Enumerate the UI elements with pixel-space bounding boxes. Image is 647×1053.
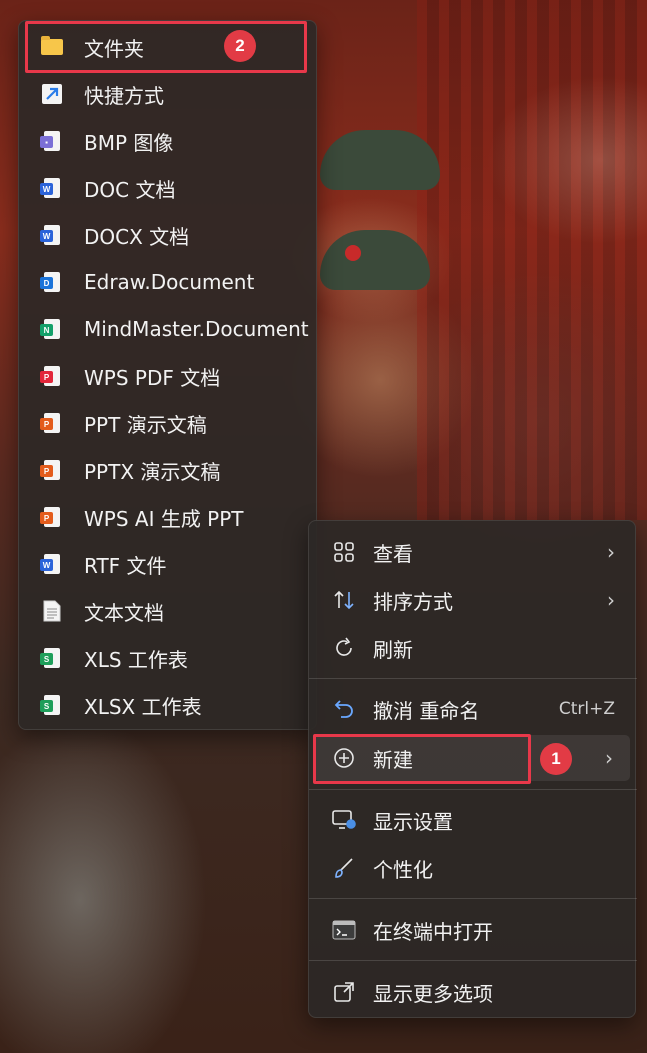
submenu-item-label: DOC 文档 bbox=[84, 177, 176, 202]
edraw-document-icon: D bbox=[40, 271, 63, 293]
menu-item-label: 撤消 重命名 bbox=[373, 698, 480, 723]
submenu-item-bmp[interactable]: ▪ BMP 图像 bbox=[19, 119, 318, 163]
menu-item-label: 显示设置 bbox=[373, 809, 453, 834]
submenu-item-text[interactable]: 文本文档 bbox=[19, 589, 318, 633]
submenu-item-wps-pdf[interactable]: P WPS PDF 文档 bbox=[19, 354, 318, 398]
submenu-item-label: DOCX 文档 bbox=[84, 224, 190, 249]
submenu-item-label: MindMaster.Document bbox=[84, 317, 309, 341]
submenu-item-edraw[interactable]: D Edraw.Document bbox=[19, 260, 318, 304]
menu-item-label: 排序方式 bbox=[373, 589, 453, 614]
more-options-icon bbox=[331, 979, 357, 1005]
menu-item-personalize[interactable]: 个性化 bbox=[309, 845, 637, 891]
shortcut-arrow-icon bbox=[41, 83, 63, 105]
submenu-item-label: PPTX 演示文稿 bbox=[84, 459, 221, 484]
undo-icon bbox=[331, 696, 357, 722]
submenu-item-wps-ai-ppt[interactable]: P WPS AI 生成 PPT bbox=[19, 495, 318, 539]
submenu-item-pptx[interactable]: P PPTX 演示文稿 bbox=[19, 448, 318, 492]
submenu-item-label: 快捷方式 bbox=[84, 83, 164, 108]
menu-item-label: 显示更多选项 bbox=[373, 981, 493, 1006]
wps-pdf-icon: P bbox=[40, 365, 63, 387]
submenu-item-docx[interactable]: W DOCX 文档 bbox=[19, 213, 318, 257]
word-docx-icon: W bbox=[40, 224, 63, 246]
chevron-right-icon: › bbox=[607, 540, 615, 564]
text-document-icon bbox=[41, 600, 63, 622]
wps-ai-ppt-icon: P bbox=[40, 506, 63, 528]
step-badge-2: 2 bbox=[224, 30, 256, 62]
submenu-item-label: WPS AI 生成 PPT bbox=[84, 506, 244, 531]
submenu-item-mindmaster[interactable]: N MindMaster.Document bbox=[19, 307, 318, 351]
refresh-icon bbox=[331, 635, 357, 661]
menu-item-label: 在终端中打开 bbox=[373, 919, 493, 944]
menu-divider bbox=[309, 898, 637, 899]
menu-item-label: 刷新 bbox=[373, 637, 413, 662]
xlsx-icon: S bbox=[40, 694, 63, 716]
submenu-item-label: PPT 演示文稿 bbox=[84, 412, 207, 437]
submenu-item-label: BMP 图像 bbox=[84, 130, 174, 155]
submenu-item-doc[interactable]: W DOC 文档 bbox=[19, 166, 318, 210]
pptx-icon: P bbox=[40, 459, 63, 481]
display-settings-icon bbox=[331, 807, 357, 833]
menu-item-view[interactable]: 查看 › bbox=[309, 529, 637, 575]
word-doc-icon: W bbox=[40, 177, 63, 199]
step-badge-1: 1 bbox=[540, 743, 572, 775]
submenu-item-label: Edraw.Document bbox=[84, 270, 255, 294]
menu-divider bbox=[309, 960, 637, 961]
submenu-item-label: RTF 文件 bbox=[84, 553, 167, 578]
terminal-icon bbox=[331, 917, 357, 943]
mindmaster-document-icon: N bbox=[40, 318, 63, 340]
personalize-brush-icon bbox=[331, 855, 357, 881]
highlight-box-new bbox=[313, 734, 531, 784]
rtf-icon: W bbox=[40, 553, 63, 575]
menu-item-show-more-options[interactable]: 显示更多选项 bbox=[309, 969, 637, 1015]
chevron-right-icon: › bbox=[607, 588, 615, 612]
submenu-item-xlsx[interactable]: S XLSX 工作表 bbox=[19, 683, 318, 727]
submenu-item-label: XLS 工作表 bbox=[84, 647, 188, 672]
highlight-box-folder bbox=[25, 21, 307, 73]
menu-item-display-settings[interactable]: 显示设置 bbox=[309, 797, 637, 843]
sort-icon bbox=[331, 587, 357, 613]
keyboard-shortcut: Ctrl+Z bbox=[558, 699, 615, 719]
submenu-item-ppt[interactable]: P PPT 演示文稿 bbox=[19, 401, 318, 445]
menu-divider bbox=[309, 678, 637, 679]
submenu-item-label: 文本文档 bbox=[84, 600, 164, 625]
submenu-item-shortcut[interactable]: 快捷方式 bbox=[19, 72, 318, 116]
menu-item-sort[interactable]: 排序方式 › bbox=[309, 577, 637, 623]
chevron-right-icon: › bbox=[605, 746, 613, 770]
wallpaper-figure-cap bbox=[320, 130, 440, 190]
wallpaper-cap-star bbox=[345, 245, 361, 261]
bmp-image-icon: ▪ bbox=[40, 130, 63, 152]
grid-view-icon bbox=[331, 539, 357, 565]
wallpaper-curtain bbox=[417, 0, 647, 520]
menu-divider bbox=[309, 789, 637, 790]
xls-icon: S bbox=[40, 647, 63, 669]
submenu-item-xls[interactable]: S XLS 工作表 bbox=[19, 636, 318, 680]
menu-item-undo-rename[interactable]: 撤消 重命名 Ctrl+Z bbox=[309, 686, 637, 732]
ppt-icon: P bbox=[40, 412, 63, 434]
submenu-item-label: XLSX 工作表 bbox=[84, 694, 202, 719]
wallpaper-figure-cap bbox=[320, 230, 430, 290]
menu-item-refresh[interactable]: 刷新 bbox=[309, 625, 637, 671]
menu-item-open-terminal[interactable]: 在终端中打开 bbox=[309, 907, 637, 953]
menu-item-label: 个性化 bbox=[373, 857, 433, 882]
submenu-item-rtf[interactable]: W RTF 文件 bbox=[19, 542, 318, 586]
menu-item-label: 查看 bbox=[373, 541, 413, 566]
submenu-item-label: WPS PDF 文档 bbox=[84, 365, 221, 390]
new-submenu: 文件夹 快捷方式 ▪ BMP 图像 W DOC 文档 W DOCX 文档 D E… bbox=[18, 20, 317, 730]
